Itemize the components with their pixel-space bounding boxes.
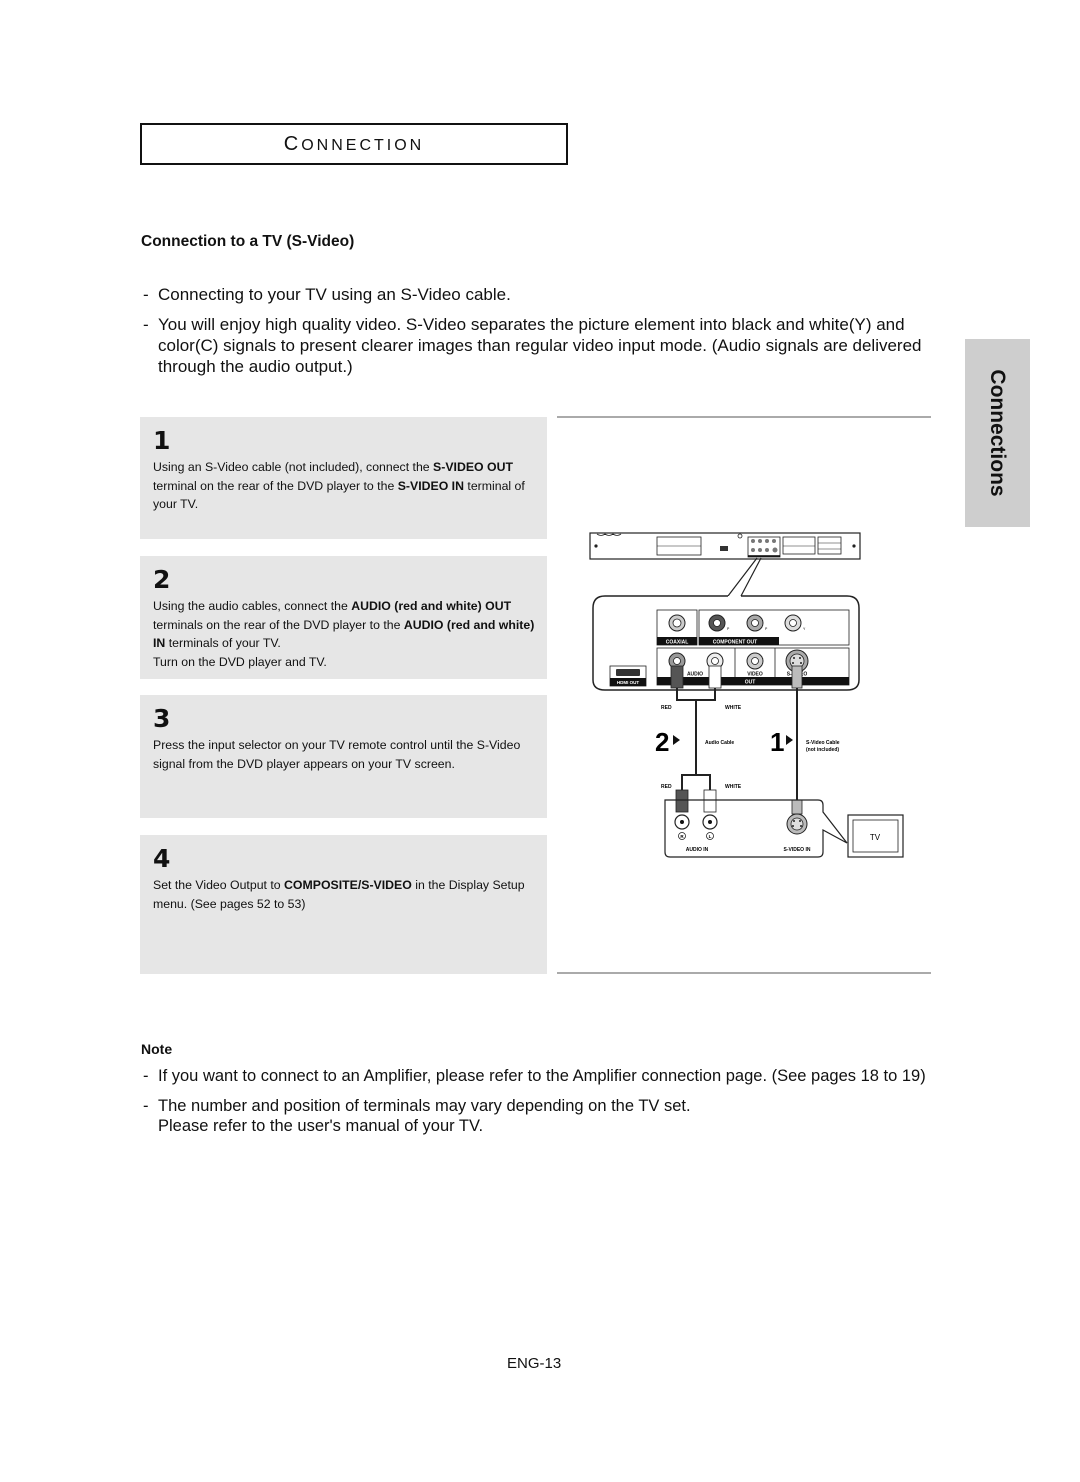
step-number: 3 <box>153 704 171 733</box>
component-out-jacks: P P Y COMPONENT OUT <box>698 609 850 646</box>
page-subtitle: Connection to a TV (S-Video) <box>141 233 355 250</box>
audio-cable-label: Audio Cable <box>705 740 734 746</box>
note-item: The number and position of terminals may… <box>143 1096 943 1136</box>
video-label: VIDEO <box>747 672 763 678</box>
section-title: CONNECTION <box>284 133 424 156</box>
callout-lines <box>727 557 762 597</box>
step-text-span: Using an S-Video cable (not included), c… <box>153 460 434 474</box>
white-bottom-label: WHITE <box>725 784 742 790</box>
l-label: L <box>709 834 712 839</box>
step-box-1: 1 Using an S-Video cable (not included),… <box>140 417 547 539</box>
step-text-span: Using the audio cables, connect the <box>153 599 352 613</box>
step-text: Set the Video Output to COMPOSITE/S-VIDE… <box>153 876 535 913</box>
coaxial-label: COAXIAL <box>666 640 689 646</box>
page-number: ENG-13 <box>507 1355 562 1372</box>
step-number: 1 <box>153 426 171 455</box>
step-text: Using the audio cables, connect the AUDI… <box>153 597 535 671</box>
step-text: Press the input selector on your TV remo… <box>153 736 535 773</box>
step-text-span: terminals of your TV. <box>165 636 281 650</box>
chapter-side-tab-label: Connections <box>986 369 1010 497</box>
intro-item: Connecting to your TV using an S-Video c… <box>143 284 943 305</box>
tv-icon: TV <box>847 814 904 858</box>
step-text-bold: AUDIO (red and white) OUT <box>351 599 512 613</box>
note-list: If you want to connect to an Amplifier, … <box>143 1066 943 1146</box>
step-text-extra: Turn on the DVD player and TV. <box>153 654 327 669</box>
red-bottom-label: RED <box>661 784 672 790</box>
tv-label: TV <box>870 833 881 842</box>
note-item: If you want to connect to an Amplifier, … <box>143 1066 943 1086</box>
svideo-step-number: 1 <box>770 727 784 757</box>
step-text-bold: COMPOSITE/S-VIDEO <box>284 878 412 892</box>
step-text-bold: S-VIDEO OUT <box>433 460 513 474</box>
step-text-span: terminal on the rear of the DVD player t… <box>153 478 398 493</box>
note-title: Note <box>141 1041 173 1057</box>
svideo-cable-note: (not included) <box>806 747 839 753</box>
audio-in-label: AUDIO IN <box>686 847 709 853</box>
out-label: OUT <box>745 680 756 686</box>
intro-list: Connecting to your TV using an S-Video c… <box>143 284 943 386</box>
step-box-3: 3 Press the input selector on your TV re… <box>140 695 547 818</box>
chapter-side-tab: Connections <box>965 339 1030 527</box>
step-text-span: Press the input selector on your TV remo… <box>153 738 521 771</box>
step-text: Using an S-Video cable (not included), c… <box>153 458 535 514</box>
white-top-label: WHITE <box>725 705 742 711</box>
svideo-step-arrow-icon <box>786 735 793 745</box>
diagram-bottom-rule <box>557 972 931 974</box>
player-terminal-panel: COAXIAL P P Y COMPONENT OUT HDMI OUT AUD… <box>592 595 860 691</box>
step-number: 2 <box>153 565 171 594</box>
step-box-2: 2 Using the audio cables, connect the AU… <box>140 556 547 679</box>
step-box-4: 4 Set the Video Output to COMPOSITE/S-VI… <box>140 835 547 974</box>
section-header-box: CONNECTION <box>140 123 568 165</box>
step-text-bold: S-VIDEO IN <box>397 478 464 493</box>
audio-step-arrow-icon <box>673 735 680 745</box>
av-out-jacks: AUDIO VIDEO S-VIDEO OUT <box>656 647 850 686</box>
dvd-player-rear <box>589 532 861 560</box>
step-text-span: terminals on the rear of the DVD player … <box>153 617 404 632</box>
component-out-label: COMPONENT OUT <box>713 640 757 646</box>
svideo-cable-label: S-Video Cable <box>806 740 840 746</box>
audio-step-number: 2 <box>655 727 669 757</box>
step-number: 4 <box>153 844 171 873</box>
diagram-top-rule <box>557 416 931 418</box>
tv-input-panel: R L AUDIO IN S-VIDEO IN <box>664 799 848 858</box>
step-text-span: Set the Video Output to <box>153 878 285 892</box>
audio-label: AUDIO <box>687 672 703 678</box>
intro-item: You will enjoy high quality video. S-Vid… <box>143 314 943 377</box>
connection-diagram: COAXIAL P P Y COMPONENT OUT HDMI OUT AUD… <box>589 532 904 858</box>
red-top-label: RED <box>661 705 672 711</box>
hdmi-out-label: HDMI OUT <box>617 680 639 685</box>
section-title-initial: C <box>283 132 302 155</box>
s-video-in-label: S-VIDEO IN <box>784 847 811 853</box>
hdmi-out-port: HDMI OUT <box>609 665 647 687</box>
coaxial-jack: COAXIAL <box>656 609 698 646</box>
section-title-rest: ONNECTION <box>301 136 425 154</box>
